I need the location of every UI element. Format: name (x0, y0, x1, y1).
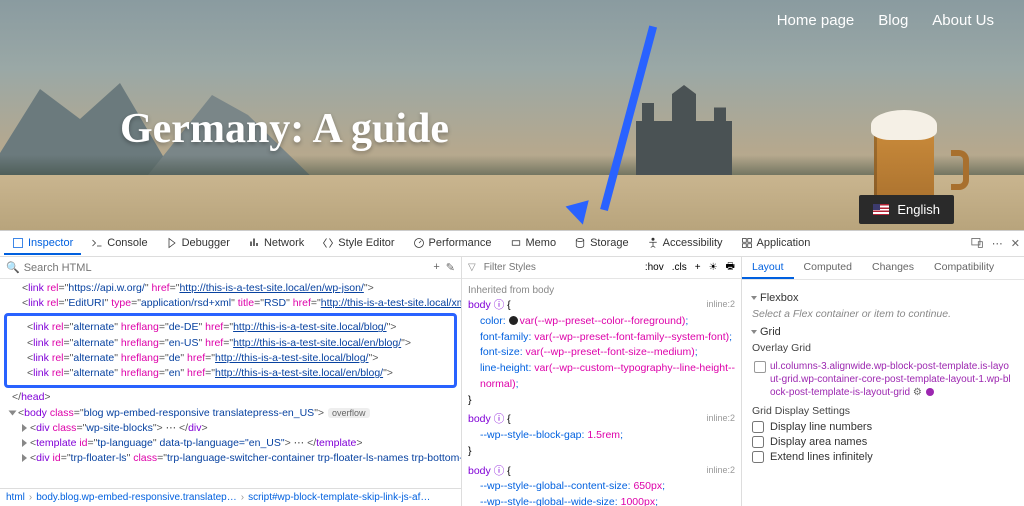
grid-overlay-item[interactable]: ul.columns-3.alignwide.wp-block-post-tem… (752, 358, 1014, 401)
tab-console[interactable]: Console (83, 233, 155, 255)
tab-inspector[interactable]: Inspector (4, 233, 81, 255)
language-switcher[interactable]: English (859, 195, 954, 224)
layout-tab-changes[interactable]: Changes (862, 257, 924, 279)
search-icon: 🔍 (6, 261, 20, 274)
layout-tab-compat[interactable]: Compatibility (924, 257, 1004, 279)
layout-tab-computed[interactable]: Computed (794, 257, 862, 279)
overlay-grid-label: Overlay Grid (752, 342, 1014, 354)
tab-accessibility[interactable]: Accessibility (639, 233, 731, 255)
flexbox-header[interactable]: Flexbox (752, 292, 1014, 304)
add-icon[interactable]: + (433, 261, 439, 274)
check-extend-lines[interactable]: Extend lines infinitely (752, 451, 1014, 463)
grid-header[interactable]: Grid (752, 326, 1014, 338)
layout-tab-layout[interactable]: Layout (742, 257, 794, 279)
devtools-tabs: Inspector Console Debugger Network Style… (0, 231, 1024, 257)
language-label: English (897, 202, 940, 217)
nav-about[interactable]: About Us (932, 12, 994, 29)
nav-blog[interactable]: Blog (878, 12, 908, 29)
flexbox-hint: Select a Flex container or item to conti… (752, 308, 1014, 320)
us-flag-icon (873, 204, 889, 215)
light-icon[interactable]: ☀ (709, 262, 718, 273)
eyedropper-icon[interactable]: ✎ (446, 261, 455, 274)
main-nav: Home page Blog About Us (777, 12, 994, 29)
tab-styleeditor[interactable]: Style Editor (314, 233, 402, 255)
tab-network[interactable]: Network (240, 233, 312, 255)
tab-debugger[interactable]: Debugger (158, 233, 238, 255)
cls-toggle[interactable]: .cls (672, 262, 687, 273)
styles-filter-input[interactable] (484, 262, 637, 273)
add-rule-icon[interactable]: + (695, 262, 701, 273)
page-title: Germany: A guide (120, 105, 449, 153)
print-icon[interactable]: 🖶 (726, 259, 735, 276)
check-area-names[interactable]: Display area names (752, 436, 1014, 448)
responsive-icon[interactable] (971, 236, 984, 252)
tab-application[interactable]: Application (733, 233, 819, 255)
html-search-input[interactable] (24, 262, 430, 274)
close-icon[interactable]: ✕ (1011, 237, 1020, 250)
more-icon[interactable]: ⋯ (992, 237, 1003, 250)
tab-storage[interactable]: Storage (566, 233, 637, 255)
tab-performance[interactable]: Performance (405, 233, 500, 255)
hov-toggle[interactable]: :hov (645, 262, 664, 273)
breadcrumb[interactable]: html› body.blog.wp-embed-responsive.tran… (0, 488, 461, 506)
grid-settings-label: Grid Display Settings (752, 405, 1014, 417)
html-panel: 🔍 + ✎ <link rel="https://api.w.org/" hre… (0, 257, 462, 506)
highlighted-hreflang-links: <link rel="alternate" hreflang="de-DE" h… (4, 313, 457, 388)
layout-panel: Layout Computed Changes Compatibility Fl… (742, 257, 1024, 506)
page-hero: Home page Blog About Us Germany: A guide… (0, 0, 1024, 230)
filter-icon: ▽ (468, 262, 476, 273)
rules-list[interactable]: Inherited from body body ⓘ {inline:2 col… (462, 279, 741, 506)
nav-home[interactable]: Home page (777, 12, 855, 29)
decorative-beer (874, 100, 954, 210)
html-tree[interactable]: <link rel="https://api.w.org/" href="htt… (0, 279, 461, 488)
check-line-numbers[interactable]: Display line numbers (752, 421, 1014, 433)
styles-panel: ▽ :hov .cls + ☀ 🖶 Inherited from body bo… (462, 257, 742, 506)
devtools-panel: Inspector Console Debugger Network Style… (0, 230, 1024, 506)
tab-memory[interactable]: Memo (502, 233, 565, 255)
